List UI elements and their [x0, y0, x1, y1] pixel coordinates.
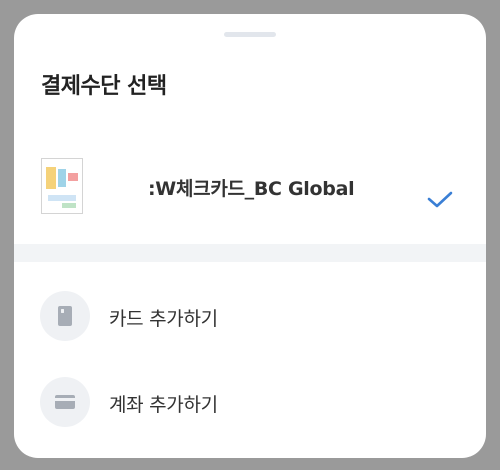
- add-card-button[interactable]: 카드 추가하기: [14, 290, 486, 350]
- section-divider: [14, 244, 486, 262]
- card-option-row[interactable]: :W체크카드_BC Global: [14, 152, 486, 234]
- card-thumbnail: [41, 158, 83, 214]
- card-icon: [40, 291, 90, 341]
- sheet-title: 결제수단 선택: [41, 74, 167, 99]
- check-icon: [427, 191, 453, 208]
- payment-method-sheet: 결제수단 선택 :W체크카드_BC Global 카드 추가하기 계좌 추가하기: [14, 14, 486, 458]
- add-account-label: 계좌 추가하기: [109, 394, 218, 416]
- drag-handle[interactable]: [224, 32, 276, 37]
- card-name: :W체크카드_BC Global: [148, 178, 355, 200]
- add-card-label: 카드 추가하기: [109, 308, 218, 330]
- add-account-button[interactable]: 계좌 추가하기: [14, 376, 486, 436]
- bank-account-icon: [40, 377, 90, 427]
